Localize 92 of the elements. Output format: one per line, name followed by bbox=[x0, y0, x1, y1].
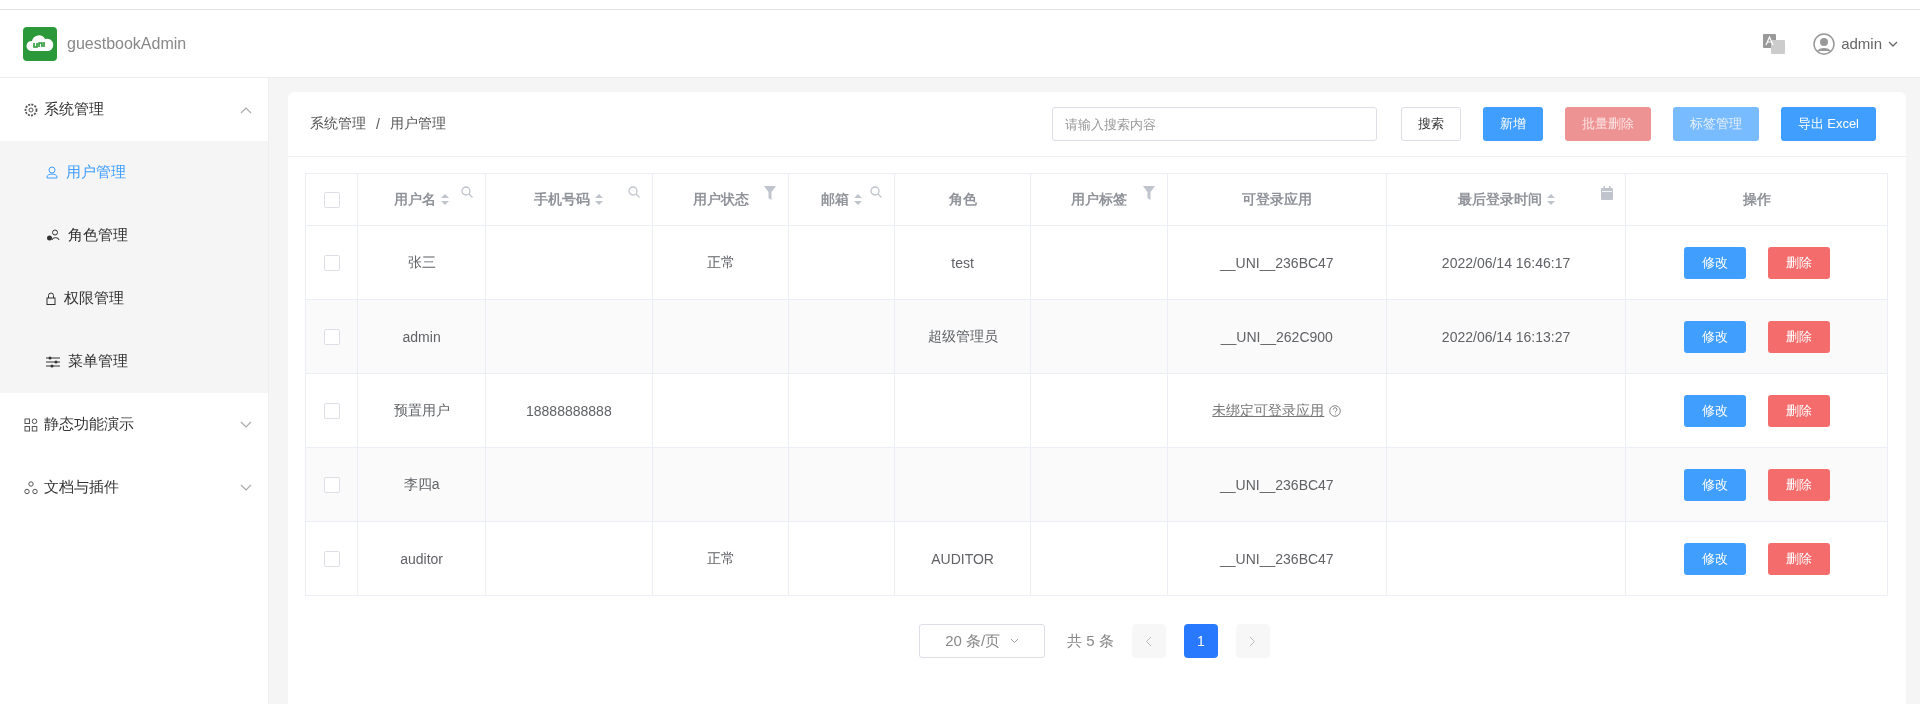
cloud-logo-icon bbox=[23, 26, 57, 61]
table-cell: 正常 bbox=[706, 253, 735, 272]
delete-button[interactable]: 删除 bbox=[1767, 394, 1830, 427]
column-header[interactable]: 操作 bbox=[1626, 174, 1887, 225]
caret-icon[interactable] bbox=[1888, 40, 1898, 47]
sort-icon[interactable] bbox=[1546, 194, 1555, 205]
person-icon bbox=[46, 166, 58, 179]
column-header[interactable]: 用户状态 bbox=[652, 174, 790, 225]
chevron-right-icon bbox=[1249, 635, 1257, 647]
search-icon[interactable] bbox=[869, 186, 882, 198]
delete-button[interactable]: 删除 bbox=[1767, 246, 1830, 279]
chevron-icon bbox=[240, 483, 252, 492]
cluster-icon bbox=[24, 480, 38, 495]
table-cell: 2022/06/14 16:13:27 bbox=[1441, 328, 1571, 345]
edit-button[interactable]: 修改 bbox=[1683, 542, 1746, 575]
table-cell: 18888888888 bbox=[526, 402, 612, 419]
search-icon[interactable] bbox=[627, 186, 640, 198]
table-cell: 正常 bbox=[706, 549, 735, 568]
row-checkbox[interactable] bbox=[323, 476, 340, 493]
table-cell: admin bbox=[402, 328, 441, 345]
filter-icon[interactable] bbox=[1142, 186, 1155, 200]
table-cell: auditor bbox=[400, 550, 443, 567]
column-header[interactable]: 用户标签 bbox=[1031, 174, 1168, 225]
menu-item[interactable]: 角色管理 bbox=[0, 204, 268, 267]
table-cell: __UNI__236BC47 bbox=[1220, 550, 1334, 567]
edit-button[interactable]: 修改 bbox=[1683, 468, 1746, 501]
menu-item[interactable]: 用户管理 bbox=[0, 141, 268, 204]
toolbar-button[interactable]: 搜索 bbox=[1400, 107, 1461, 141]
toolbar-button[interactable]: 导出 Excel bbox=[1780, 107, 1876, 141]
delete-button[interactable]: 删除 bbox=[1767, 468, 1830, 501]
chevron-icon bbox=[240, 105, 252, 114]
menu-group[interactable]: 静态功能演示 bbox=[0, 393, 268, 456]
chevron-left-icon bbox=[1145, 635, 1153, 647]
row-checkbox[interactable] bbox=[323, 550, 340, 567]
table-cell: AUDITOR bbox=[931, 550, 994, 567]
select-all-checkbox[interactable] bbox=[323, 191, 340, 208]
breadcrumb-item[interactable]: 系统管理 bbox=[310, 115, 366, 133]
table-cell: __UNI__262C900 bbox=[1220, 328, 1333, 345]
sort-icon[interactable] bbox=[854, 194, 863, 205]
breadcrumb-separator: / bbox=[376, 116, 380, 132]
table-cell: 李四a bbox=[403, 475, 440, 494]
filter-icon[interactable] bbox=[764, 186, 777, 200]
menu-item[interactable]: 权限管理 bbox=[0, 267, 268, 330]
page-button[interactable]: 1 bbox=[1183, 624, 1218, 658]
avatar-icon[interactable] bbox=[1813, 32, 1836, 55]
sliders-icon bbox=[46, 355, 60, 368]
sort-icon[interactable] bbox=[595, 194, 604, 205]
chevron-icon bbox=[240, 420, 252, 429]
menu-item[interactable]: 菜单管理 bbox=[0, 330, 268, 393]
column-header[interactable]: 可登录应用 bbox=[1167, 174, 1387, 225]
help-icon[interactable] bbox=[1329, 404, 1342, 417]
edit-button[interactable]: 修改 bbox=[1683, 394, 1746, 427]
people-icon bbox=[46, 229, 60, 242]
table-cell: 超级管理员 bbox=[927, 327, 998, 346]
row-checkbox[interactable] bbox=[323, 328, 340, 345]
table-cell: __UNI__236BC47 bbox=[1220, 476, 1334, 493]
search-field[interactable]: 请输入搜索内容 bbox=[1051, 107, 1377, 141]
column-header[interactable]: 手机号码 bbox=[485, 174, 653, 225]
translate-icon[interactable] bbox=[1763, 33, 1786, 54]
column-header[interactable]: 最后登录时间 bbox=[1387, 174, 1627, 225]
row-checkbox[interactable] bbox=[323, 402, 340, 419]
next-page-button[interactable] bbox=[1235, 624, 1270, 658]
total-count: 共 5 条 bbox=[1067, 631, 1114, 651]
row-checkbox[interactable] bbox=[323, 254, 340, 271]
app-title: guestbookAdmin bbox=[67, 34, 187, 53]
caret-icon bbox=[1010, 638, 1020, 644]
toolbar-button[interactable]: 新增 bbox=[1482, 107, 1543, 141]
grid-icon bbox=[24, 417, 38, 432]
table-cell: 张三 bbox=[407, 253, 436, 272]
sort-icon[interactable] bbox=[441, 194, 450, 205]
column-header[interactable]: 角色 bbox=[894, 174, 1032, 225]
menu-group[interactable]: 文档与插件 bbox=[0, 456, 268, 519]
page-size-select[interactable]: 20 条/页 bbox=[919, 624, 1046, 658]
edit-button[interactable]: 修改 bbox=[1683, 246, 1746, 279]
breadcrumb-item[interactable]: 用户管理 bbox=[389, 115, 446, 133]
table-cell: 预置用户 bbox=[393, 401, 450, 420]
lock-icon bbox=[46, 292, 56, 305]
edit-button[interactable]: 修改 bbox=[1683, 320, 1746, 353]
column-header[interactable]: 用户名 bbox=[358, 174, 486, 225]
calendar-icon[interactable] bbox=[1601, 186, 1614, 200]
delete-button[interactable]: 删除 bbox=[1767, 320, 1830, 353]
user-menu[interactable]: admin bbox=[1841, 35, 1882, 52]
table-cell: 2022/06/14 16:46:17 bbox=[1441, 254, 1571, 271]
unbound-app-link[interactable]: 未绑定可登录应用 bbox=[1212, 401, 1325, 420]
previous-page-button[interactable] bbox=[1131, 624, 1166, 658]
settings-icon bbox=[24, 102, 38, 117]
delete-button[interactable]: 删除 bbox=[1767, 542, 1830, 575]
column-header[interactable]: 邮箱 bbox=[789, 174, 895, 225]
menu-group[interactable]: 系统管理 bbox=[0, 78, 268, 141]
table-cell: __UNI__236BC47 bbox=[1220, 254, 1334, 271]
table-cell: test bbox=[951, 254, 974, 271]
search-icon[interactable] bbox=[460, 186, 473, 198]
